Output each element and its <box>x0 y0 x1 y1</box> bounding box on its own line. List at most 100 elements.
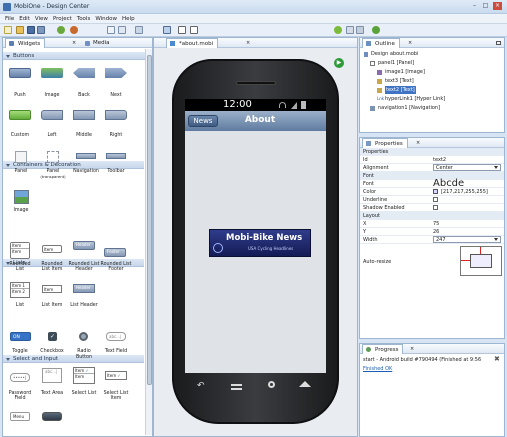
open-icon[interactable] <box>16 26 24 34</box>
prop-font-value[interactable]: Abcde <box>433 179 464 189</box>
prop-x-value[interactable]: 75 <box>433 220 439 228</box>
color-swatch[interactable] <box>433 189 438 194</box>
outline-maximize-icon[interactable] <box>496 41 501 45</box>
save-icon[interactable] <box>27 26 35 34</box>
menu-widget[interactable]: Menu <box>10 412 30 421</box>
preview-icon[interactable] <box>163 26 171 34</box>
save-all-icon[interactable] <box>37 26 45 34</box>
image-button-widget[interactable] <box>41 68 63 78</box>
progress-status-link[interactable]: Finished OK <box>363 366 392 372</box>
outline-close-icon[interactable]: × <box>408 38 412 48</box>
news-back-button[interactable]: News <box>188 115 218 127</box>
props-section-layout[interactable]: Layout <box>360 212 504 220</box>
prop-underline-row[interactable]: Underline <box>360 196 504 204</box>
build-icon[interactable] <box>57 26 65 34</box>
checkbox-widget[interactable]: ✓ <box>48 332 57 341</box>
prop-id-value[interactable]: text2 <box>433 156 446 164</box>
list-item-widget[interactable]: Item <box>42 285 62 293</box>
width-select[interactable]: 247 <box>433 236 501 243</box>
menu-view[interactable]: View <box>35 14 48 24</box>
phone-back-icon[interactable]: ↶ <box>197 381 205 391</box>
autoresize-top-strut[interactable] <box>480 247 481 254</box>
middle-button-widget[interactable] <box>73 110 95 120</box>
left-button-widget[interactable] <box>41 110 63 120</box>
panel-transparent-widget[interactable] <box>47 151 59 163</box>
phone-menu-icon[interactable] <box>231 384 242 390</box>
outline-item-design[interactable]: Design about.mobi <box>360 50 504 59</box>
custom-button-widget[interactable] <box>9 110 31 120</box>
password-field-widget[interactable]: •••••| <box>10 373 30 382</box>
android-icon[interactable] <box>334 26 342 34</box>
menu-window[interactable]: Window <box>95 14 117 24</box>
run-icon[interactable] <box>372 26 380 34</box>
prop-id-row[interactable]: Id text2 <box>360 156 504 164</box>
right-button-widget[interactable] <box>105 110 127 120</box>
text-field-widget[interactable]: abc...| <box>106 332 126 341</box>
image-widget[interactable] <box>14 190 29 204</box>
grid-icon[interactable] <box>118 26 126 34</box>
prop-alignment-row[interactable]: Alignment Center <box>360 164 504 172</box>
palette-scrollbar[interactable] <box>145 49 152 435</box>
maximize-button[interactable]: □ <box>481 2 490 10</box>
palette-scrollbar-thumb[interactable] <box>147 55 152 385</box>
menu-edit[interactable]: Edit <box>19 14 30 24</box>
toolbar-widget[interactable] <box>106 153 126 159</box>
menu-project[interactable]: Project <box>53 14 72 24</box>
outline-item-text3[interactable]: text3 [Text] <box>360 77 504 86</box>
outline-item-image1[interactable]: image1 [Image] <box>360 68 504 77</box>
panel-widget[interactable] <box>15 151 27 163</box>
logo-banner[interactable]: Mobi-Bike News USA Cycling Headlines <box>209 229 311 257</box>
rounded-list-widget[interactable]: Item Item <box>10 242 30 259</box>
align-icon[interactable] <box>135 26 143 34</box>
back-button-widget[interactable] <box>73 68 95 78</box>
outline-item-panel1[interactable]: panel1 [Panel] <box>360 59 504 68</box>
chevron-down-icon[interactable] <box>494 166 498 169</box>
menu-dropdown-widget[interactable] <box>42 412 62 421</box>
phone-home-icon[interactable] <box>299 381 311 387</box>
autoresize-editor[interactable] <box>460 246 502 276</box>
props-section-properties[interactable]: Properties <box>360 148 504 156</box>
minimize-button[interactable]: – <box>470 2 479 10</box>
rounded-list-item-widget[interactable]: Item <box>42 245 62 253</box>
properties-close-icon[interactable]: × <box>416 138 420 148</box>
run-preview-icon[interactable]: ▶ <box>334 58 344 68</box>
progress-remove-icon[interactable]: ✖ <box>494 355 500 363</box>
ios-icon[interactable] <box>346 26 354 34</box>
prop-color-row[interactable]: Color [217,217,255,255] <box>360 188 504 196</box>
outline-item-text2[interactable]: text2 [Text] <box>360 86 504 95</box>
design-canvas[interactable]: ▶ 12:00 News About Mobi-Bike News USA Cy… <box>154 48 357 436</box>
prop-y-value[interactable]: 26 <box>433 228 439 236</box>
progress-close-icon[interactable]: × <box>410 344 414 354</box>
prop-shadow-row[interactable]: Shadow Enabled <box>360 204 504 212</box>
toggle-widget[interactable]: ON <box>10 332 31 341</box>
phone-search-icon[interactable] <box>268 381 275 388</box>
editor-tab-close-icon[interactable]: × <box>246 38 250 48</box>
new-icon[interactable] <box>4 26 12 34</box>
close-button[interactable]: × <box>493 2 502 10</box>
props-section-font[interactable]: Font <box>360 172 504 180</box>
alignment-select[interactable]: Center <box>433 164 501 171</box>
outline-item-navigation1[interactable]: navigation1 [Navigation] <box>360 104 504 113</box>
menu-tools[interactable]: Tools <box>77 14 91 24</box>
menu-file[interactable]: File <box>5 14 14 24</box>
layout-icon[interactable] <box>107 26 115 34</box>
device-icon[interactable] <box>178 26 186 34</box>
zoom-icon[interactable] <box>190 26 198 34</box>
underline-checkbox[interactable] <box>433 197 438 202</box>
prop-y-row[interactable]: Y 26 <box>360 228 504 236</box>
text-area-widget[interactable]: abc...| <box>42 368 62 383</box>
select-list-widget[interactable]: Item ✓ Item <box>73 367 95 384</box>
prop-width-row[interactable]: Width 247 <box>360 236 504 244</box>
chevron-down-icon[interactable] <box>494 238 498 241</box>
tab-close-icon[interactable]: × <box>72 38 76 48</box>
outline-item-hyperlink1[interactable]: Lnk hyperLink1 [Hyper Link] <box>360 95 504 104</box>
prop-x-row[interactable]: X 75 <box>360 220 504 228</box>
menu-help[interactable]: Help <box>122 14 135 24</box>
deploy-icon[interactable] <box>70 26 78 34</box>
radio-button-widget[interactable] <box>79 332 88 341</box>
push-button-widget[interactable] <box>9 68 31 78</box>
section-buttons[interactable]: Buttons <box>3 52 152 60</box>
tools-icon[interactable] <box>356 26 364 34</box>
shadow-checkbox[interactable] <box>433 205 438 210</box>
prop-font-row[interactable]: Font Abcde <box>360 179 504 189</box>
